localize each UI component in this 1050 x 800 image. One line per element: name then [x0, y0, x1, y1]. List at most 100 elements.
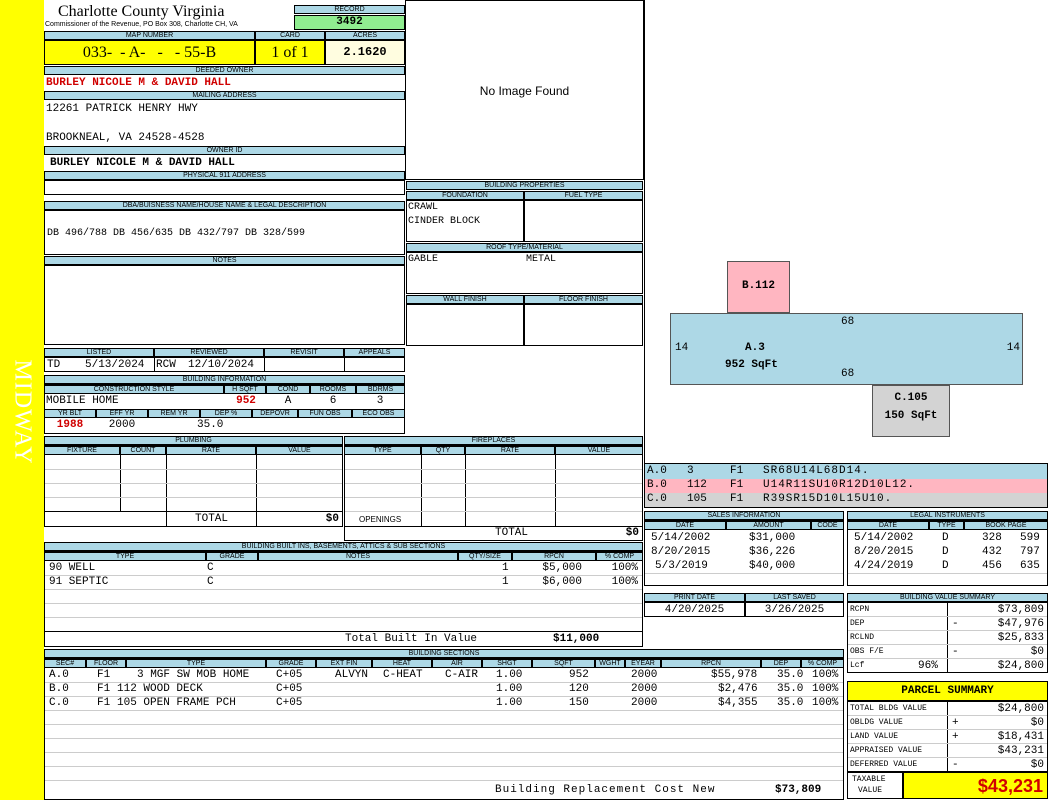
sec-dep: 35.0 [777, 683, 804, 695]
sale-date: 5/3/2019 [655, 560, 708, 572]
sec-comp: 100% [812, 669, 839, 681]
sketch-section-b: B.112 [727, 261, 790, 313]
taxable-label-2: VALUE [858, 786, 883, 795]
sales-col-code: CODE [811, 521, 844, 530]
mailing-address-line1: 12261 PATRICK HENRY HWY [46, 103, 198, 115]
yrblt-value: 1988 [56, 419, 84, 431]
li-page: 599 [1020, 532, 1040, 544]
sec-sqft: 150 [569, 697, 589, 709]
sec-col-air: AIR [432, 659, 482, 668]
review-row: TD 5/13/2024 RCW 12/10/2024 [44, 357, 405, 372]
listed-label: LISTED [44, 348, 154, 357]
parcel-row-label: OBLDG VALUE [850, 718, 903, 727]
legal-instruments-table: DATE TYPE BOOK PAGE 5/14/2002 D 328 599 … [847, 520, 1048, 586]
builtin-col-grade: GRADE [206, 552, 258, 561]
taxable-label-1: TAXABLE [852, 775, 886, 784]
code-num: 105 [687, 493, 707, 505]
sec-col-sec: SEC# [44, 659, 86, 668]
foundation-2: CINDER BLOCK [408, 216, 481, 227]
sketch-section-a: 68 14 14 A.3 952 SqFt 68 [670, 313, 1023, 385]
sec-col-heat: HEAT [372, 659, 432, 668]
bvs-row-pct: 96% [918, 660, 938, 672]
building-info-box: CONSTRUCTION STYLE H SQFT COND ROOMS BDR… [44, 384, 405, 434]
builtin-rpcn: $5,000 [542, 562, 582, 574]
last-saved-box: 3/26/2025 [745, 602, 844, 617]
sections-total: $73,809 [775, 784, 822, 796]
li-date: 4/24/2019 [854, 560, 914, 572]
parcel-row-value: $0 [1030, 717, 1044, 729]
mailing-address-label: MAILING ADDRESS [44, 91, 405, 100]
wall-label: WALL FINISH [406, 295, 524, 304]
style-label: CONSTRUCTION STYLE [44, 385, 224, 394]
sec-col-shgt: SHGT [482, 659, 532, 668]
bvs-row-value: $25,833 [997, 632, 1044, 644]
builtin-comp: 100% [611, 576, 638, 588]
sec-col-sqft: SQFT [532, 659, 595, 668]
reviewed-by: RCW [156, 359, 176, 371]
sec-eyear: 2000 [631, 697, 658, 709]
li-date: 5/14/2002 [854, 532, 914, 544]
parcel-row-value: $18,431 [997, 731, 1044, 743]
reviewed-date: 12/10/2024 [188, 359, 255, 371]
sec-grade: C+05 [276, 697, 303, 709]
sec-air: C-AIR [445, 669, 479, 681]
sec-floor: F1 [97, 697, 111, 709]
map-number-label: MAP NUMBER [44, 31, 255, 40]
listed-date: 5/13/2024 [85, 359, 145, 371]
sec-type: 105 OPEN FRAME PCH [117, 697, 236, 709]
fireplace-total: $0 [625, 527, 639, 539]
bvs-row-value: $47,976 [997, 618, 1044, 630]
sec-floor: F1 [97, 669, 111, 681]
bvs-table: RCPN $73,809 DEP - $47,976 RCLND $25,833… [847, 602, 1048, 673]
legal-instruments-label: LEGAL INSTRUMENTS [847, 511, 1048, 520]
parcel-row-label: TOTAL BLDG VALUE [850, 704, 927, 713]
parcel-row-sign: + [952, 731, 959, 743]
construction-style: MOBILE HOME [46, 395, 119, 407]
fuel-label: FUEL TYPE [524, 191, 643, 200]
li-book: 432 [982, 546, 1002, 558]
roof-label: ROOF TYPE/MATERIAL [406, 243, 643, 252]
record-value: 3492 [294, 15, 405, 30]
parcel-summary-title: PARCEL SUMMARY [847, 681, 1048, 701]
deeded-owner-label: DEEDED OWNER [44, 66, 405, 75]
cond-label: COND [266, 385, 310, 394]
sec-col-type: TYPE [126, 659, 266, 668]
sec-col-extfin: EXT FIN [316, 659, 372, 668]
deeded-owner: BURLEY NICOLE M & DAVID HALL [46, 77, 231, 89]
physical-address-field [44, 180, 405, 195]
plumbing-col-value: VALUE [256, 446, 343, 455]
sec-col-floor: FLOOR [86, 659, 126, 668]
builtin-col-qty: QTY/SIZE [458, 552, 512, 561]
listed-by: TD [47, 359, 61, 371]
foundation-box: CRAWL CINDER BLOCK [406, 200, 524, 242]
taxable-value-box: $43,231 [903, 772, 1048, 799]
bvs-label: BUILDING VALUE SUMMARY [847, 593, 1048, 602]
code-floor: F1 [730, 465, 744, 477]
builtin-comp: 100% [611, 562, 638, 574]
code-floor: F1 [730, 493, 744, 505]
li-type: D [942, 560, 949, 572]
sketch-a-bottom-dim: 68 [841, 368, 855, 380]
sale-date: 8/20/2015 [651, 546, 711, 558]
legal-desc: DB 496/788 DB 456/635 DB 432/797 DB 328/… [47, 228, 306, 239]
bvs-row-label: DEP [850, 619, 865, 628]
ecoobs-label: ECO OBS [352, 409, 405, 418]
bvs-row-value: $73,809 [997, 604, 1044, 616]
plumbing-label: PLUMBING [44, 436, 343, 445]
yrblt-label: YR BLT [44, 409, 96, 418]
li-type: D [942, 532, 949, 544]
depovr-label: DEPOVR [252, 409, 298, 418]
builtin-col-type: TYPE [44, 552, 206, 561]
sec-comp: 100% [812, 697, 839, 709]
taxable-label-box: TAXABLE VALUE [847, 772, 903, 799]
cond-value: A [284, 395, 292, 407]
li-col-type: TYPE [929, 521, 964, 530]
map-number: 033- - A- - - 55-B [44, 40, 255, 65]
roof-type: GABLE [408, 254, 439, 265]
county-sub: Commissioner of the Revenue, PO Box 308,… [45, 21, 238, 28]
roof-material: METAL [526, 254, 557, 265]
acres-label: ACRES [325, 31, 405, 40]
district-label: MIDWAY [9, 359, 36, 465]
sec-col-wght: WGHT [595, 659, 625, 668]
wall-box [406, 304, 524, 346]
